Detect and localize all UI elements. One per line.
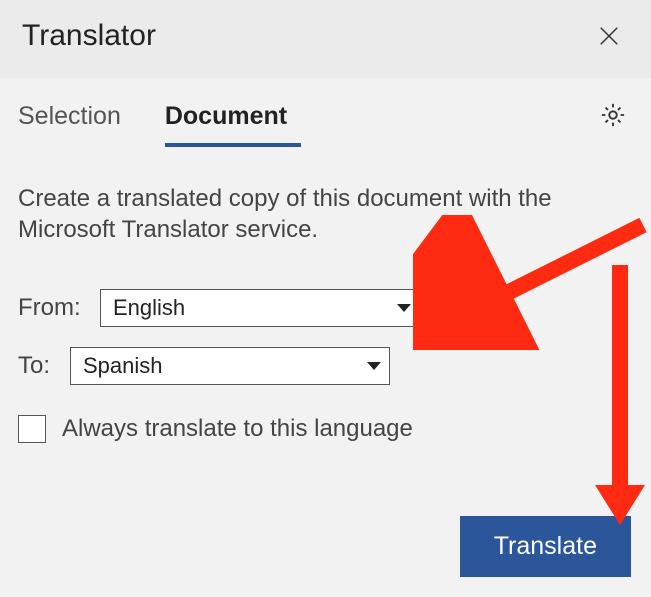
chevron-down-icon [397, 304, 411, 312]
chevron-down-icon [367, 362, 381, 370]
always-translate-label: Always translate to this language [62, 415, 413, 443]
content-area: Create a translated copy of this documen… [0, 147, 651, 461]
gear-icon [599, 101, 627, 129]
close-icon [598, 25, 620, 47]
pane-header: Translator [0, 0, 651, 78]
tab-document[interactable]: Document [165, 96, 301, 147]
description-text: Create a translated copy of this documen… [18, 183, 578, 245]
pane-title: Translator [22, 19, 156, 53]
to-row: To: Spanish [18, 347, 633, 385]
to-language-value: Spanish [83, 353, 163, 379]
always-translate-row: Always translate to this language [18, 415, 633, 443]
from-language-select[interactable]: English [100, 289, 420, 327]
tab-bar: Selection Document [0, 78, 651, 147]
settings-button[interactable] [599, 101, 627, 142]
to-label: To: [18, 352, 70, 380]
from-row: From: English [18, 289, 633, 327]
close-button[interactable] [589, 16, 629, 56]
from-label: From: [18, 294, 100, 322]
always-translate-checkbox[interactable] [18, 415, 46, 443]
translate-button[interactable]: Translate [460, 516, 631, 577]
from-language-value: English [113, 295, 185, 321]
tab-selection[interactable]: Selection [18, 96, 135, 147]
to-language-select[interactable]: Spanish [70, 347, 390, 385]
